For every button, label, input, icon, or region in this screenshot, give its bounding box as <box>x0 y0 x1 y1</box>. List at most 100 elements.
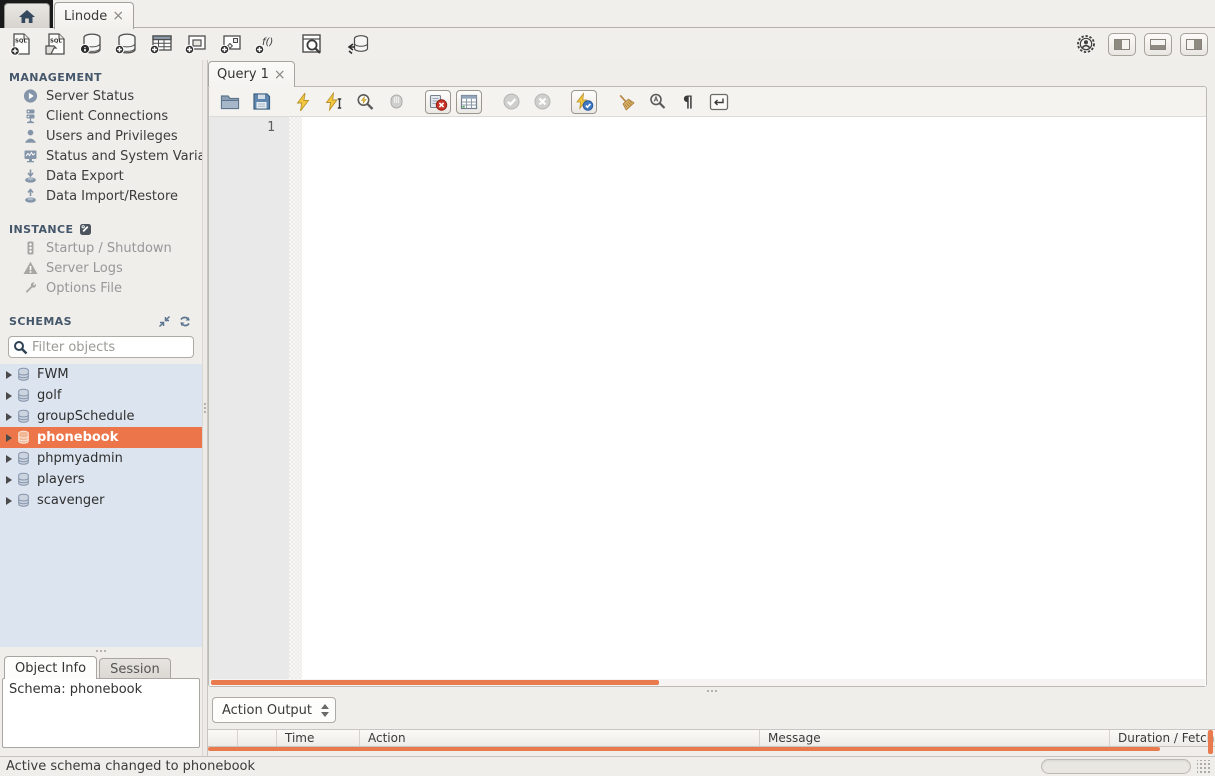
collapse-panel-icon[interactable] <box>158 315 171 328</box>
sidebar-item-server-logs[interactable]: Server Logs <box>0 258 202 278</box>
main-toolbar: SQL SQL <box>0 28 1215 60</box>
toggle-bottom-panel-button[interactable] <box>1144 33 1172 56</box>
execute-current-statement-button[interactable] <box>321 90 347 114</box>
limit-rows-button[interactable] <box>456 90 482 114</box>
explain-plan-button[interactable] <box>352 90 378 114</box>
output-vscrollbar-thumb[interactable] <box>1208 730 1213 754</box>
resize-grip-icon[interactable] <box>1197 760 1211 774</box>
schema-inspector-button[interactable] <box>77 31 105 57</box>
editor-hscrollbar-thumb[interactable] <box>211 680 659 685</box>
output-view-value: Action Output <box>222 703 321 718</box>
schema-row-scavenger[interactable]: scavenger <box>0 490 202 511</box>
expander-icon[interactable] <box>6 434 16 442</box>
schema-row-players[interactable]: players <box>0 469 202 490</box>
expander-icon[interactable] <box>6 497 16 505</box>
open-script-button[interactable] <box>217 90 243 114</box>
tab-session[interactable]: Session <box>99 658 171 679</box>
import-icon <box>22 188 39 204</box>
toggle-stop-on-error-button[interactable] <box>425 90 451 114</box>
find-button[interactable] <box>644 90 670 114</box>
sidebar-item-startup-shutdown[interactable]: Startup / Shutdown <box>0 238 202 258</box>
schemas-header-label: SCHEMAS <box>9 315 72 328</box>
expander-icon[interactable] <box>6 413 16 421</box>
tab-query-1[interactable]: Query 1 × <box>208 61 295 87</box>
rollback-cross-icon <box>533 92 552 111</box>
sidebar-item-client-connections[interactable]: Client Connections <box>0 106 202 126</box>
schema-row-fwm[interactable]: FWM <box>0 364 202 385</box>
sql-editor-toolbar: ¶ <box>209 87 1206 117</box>
beautify-sql-button[interactable] <box>613 90 639 114</box>
toggle-right-sidebar-button[interactable] <box>1180 33 1208 56</box>
editor-hscrollbar-track[interactable] <box>210 679 1205 686</box>
column-header-status[interactable] <box>208 730 238 746</box>
sql-editor-block: ¶ 1 <box>208 86 1207 687</box>
column-header-message[interactable]: Message <box>760 730 1110 746</box>
expander-icon[interactable] <box>6 371 16 379</box>
new-sql-document-icon: SQL <box>9 32 33 56</box>
close-icon[interactable]: × <box>112 9 124 23</box>
create-function-button[interactable]: f() <box>252 31 280 57</box>
toggle-left-sidebar-button[interactable] <box>1108 33 1136 56</box>
commit-button[interactable] <box>498 90 524 114</box>
open-sql-file-button[interactable]: SQL <box>42 31 70 57</box>
schema-filter-input[interactable] <box>32 340 202 355</box>
object-info-text: Schema: phonebook <box>9 682 142 697</box>
expander-icon[interactable] <box>6 392 16 400</box>
expander-icon[interactable] <box>6 476 16 484</box>
status-message: Active schema changed to phonebook <box>6 759 255 774</box>
tab-object-info[interactable]: Object Info <box>4 656 97 679</box>
create-schema-button[interactable] <box>112 31 140 57</box>
search-table-icon <box>299 32 325 56</box>
autocommit-icon <box>574 92 594 112</box>
toggle-autocommit-button[interactable] <box>571 90 597 114</box>
schema-name: phpmyadmin <box>37 451 123 466</box>
sql-text-area[interactable] <box>302 117 1206 686</box>
expander-icon[interactable] <box>6 455 16 463</box>
reconnect-dbms-button[interactable] <box>344 31 372 57</box>
home-tab[interactable] <box>4 3 50 28</box>
schema-row-phpmyadmin[interactable]: phpmyadmin <box>0 448 202 469</box>
commit-check-icon <box>502 92 521 111</box>
column-header-duration[interactable]: Duration / Fetch <box>1110 730 1215 746</box>
save-script-button[interactable] <box>248 90 274 114</box>
sidebar-item-options-file[interactable]: Options File <box>0 278 202 298</box>
output-view-select[interactable]: Action Output <box>212 697 336 723</box>
toggle-word-wrap-button[interactable] <box>706 90 732 114</box>
refresh-icon[interactable] <box>178 315 192 328</box>
column-header-index[interactable] <box>238 730 277 746</box>
output-hscrollbar-thumb[interactable] <box>208 747 1160 751</box>
sidebar-item-status-system-variables[interactable]: Status and System Variables <box>0 146 202 166</box>
execute-button[interactable] <box>290 90 316 114</box>
schema-row-golf[interactable]: golf <box>0 385 202 406</box>
preferences-button[interactable] <box>1072 31 1100 57</box>
column-header-time[interactable]: Time <box>277 730 360 746</box>
schema-row-groupschedule[interactable]: groupSchedule <box>0 406 202 427</box>
schema-name: groupSchedule <box>37 409 135 424</box>
close-icon[interactable]: × <box>274 68 286 82</box>
database-icon <box>16 430 31 445</box>
sidebar-item-server-status[interactable]: Server Status <box>0 86 202 106</box>
sidebar-item-data-import[interactable]: Data Import/Restore <box>0 186 202 206</box>
new-function-icon: f() <box>253 32 279 56</box>
connection-tab-linode[interactable]: Linode × <box>54 2 134 29</box>
user-icon <box>22 128 39 144</box>
create-table-button[interactable] <box>147 31 175 57</box>
sidebar-splitter[interactable] <box>0 647 202 655</box>
stop-query-button[interactable] <box>383 90 409 114</box>
column-header-action[interactable]: Action <box>360 730 760 746</box>
create-procedure-button[interactable] <box>217 31 245 57</box>
new-query-tab-button[interactable]: SQL <box>7 31 35 57</box>
sql-editor[interactable]: 1 <box>209 117 1206 686</box>
toggle-invisibles-button[interactable]: ¶ <box>675 90 701 114</box>
sidebar-item-data-export[interactable]: Data Export <box>0 166 202 186</box>
database-icon <box>16 409 31 424</box>
search-table-data-button[interactable] <box>298 31 326 57</box>
info-tab-strip: Object Info Session <box>0 655 202 679</box>
new-table-icon <box>148 32 174 56</box>
output-splitter[interactable] <box>208 687 1215 695</box>
reconnect-database-icon <box>345 32 371 56</box>
create-view-button[interactable] <box>182 31 210 57</box>
schema-row-phonebook-selected[interactable]: phonebook <box>0 427 202 448</box>
sidebar-item-users-privileges[interactable]: Users and Privileges <box>0 126 202 146</box>
rollback-button[interactable] <box>529 90 555 114</box>
